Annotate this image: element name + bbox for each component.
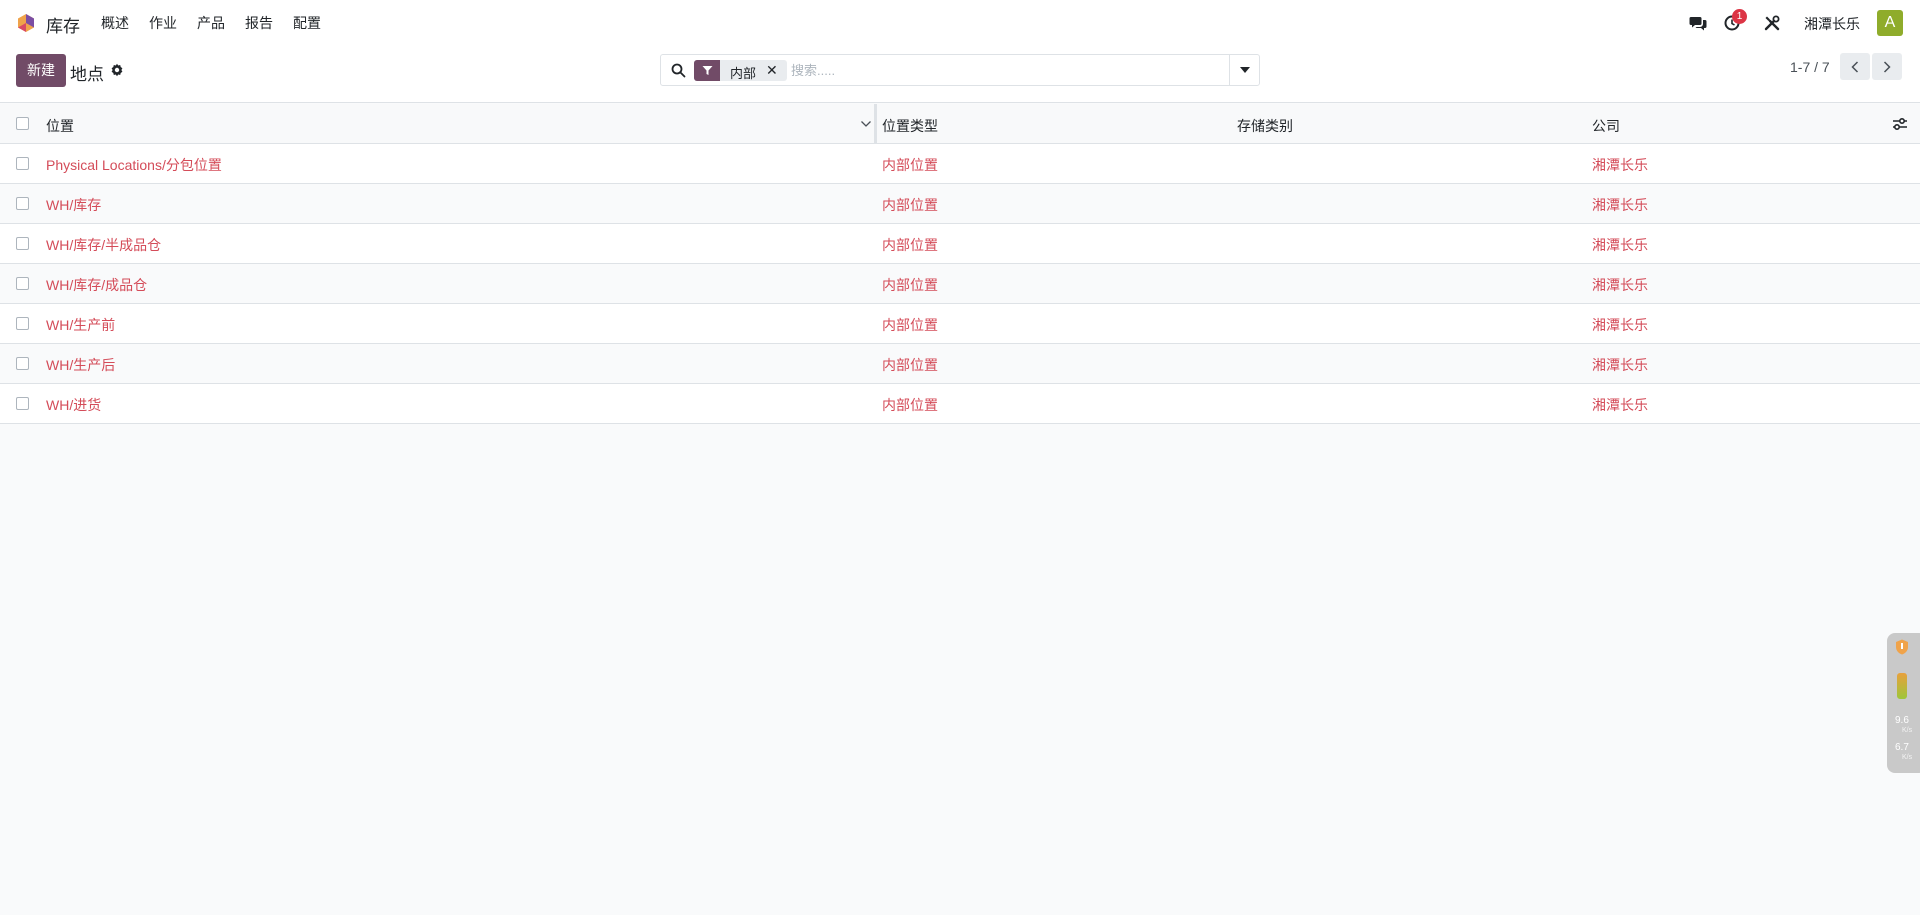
user-avatar[interactable]: A	[1877, 10, 1903, 36]
cell-location[interactable]: WH/库存/半成品仓	[46, 235, 161, 255]
row-checkbox[interactable]	[16, 157, 29, 170]
menu-item-reporting[interactable]: 报告	[245, 13, 273, 33]
shield-icon	[1896, 639, 1908, 655]
cell-location[interactable]: WH/库存/成品仓	[46, 275, 147, 295]
table-row[interactable]: WH/生产后 内部位置 湘潭长乐	[0, 344, 1920, 384]
cell-company[interactable]: 湘潭长乐	[1592, 355, 1648, 375]
table-row[interactable]: WH/进货 内部位置 湘潭长乐	[0, 384, 1920, 424]
table-row[interactable]: Physical Locations/分包位置 内部位置 湘潭长乐	[0, 144, 1920, 184]
caret-down-icon	[1239, 67, 1250, 73]
cell-location-type[interactable]: 内部位置	[882, 395, 938, 415]
search-facet: 内部 ✕	[694, 60, 787, 81]
row-checkbox[interactable]	[16, 277, 29, 290]
chevron-left-icon	[1851, 60, 1859, 73]
search-input[interactable]	[791, 60, 1211, 80]
select-all-checkbox[interactable]	[16, 117, 29, 130]
row-checkbox[interactable]	[16, 317, 29, 330]
search-icon[interactable]	[671, 63, 686, 78]
list-header: 位置 位置类型 存储类别 公司	[0, 104, 1920, 144]
download-unit: K/s	[1902, 754, 1913, 761]
tools-icon[interactable]	[1762, 13, 1782, 33]
row-checkbox[interactable]	[16, 197, 29, 210]
menu-item-configuration[interactable]: 配置	[293, 13, 321, 33]
app-logo-icon[interactable]	[16, 13, 36, 33]
pager-previous-button[interactable]	[1840, 53, 1870, 80]
column-header-location[interactable]: 位置	[46, 116, 74, 136]
search-bar: 内部 ✕	[660, 54, 1260, 86]
usage-meter	[1897, 673, 1907, 699]
table-row[interactable]: WH/库存/成品仓 内部位置 湘潭长乐	[0, 264, 1920, 304]
navbar-systray: 1 湘潭长乐 A	[1620, 0, 1920, 45]
cell-location[interactable]: WH/进货	[46, 395, 101, 415]
new-button[interactable]: 新建	[16, 54, 66, 87]
download-speed: 6.7	[1895, 742, 1909, 753]
facet-remove-button[interactable]: ✕	[766, 62, 778, 79]
filter-icon	[694, 60, 720, 81]
cell-location[interactable]: WH/生产后	[46, 355, 115, 375]
cell-location-type[interactable]: 内部位置	[882, 155, 938, 175]
menu-item-operations[interactable]: 作业	[149, 13, 177, 33]
cell-location-type[interactable]: 内部位置	[882, 195, 938, 215]
sort-chevron-icon[interactable]	[860, 119, 872, 129]
cell-location[interactable]: WH/库存	[46, 195, 101, 215]
column-header-company[interactable]: 公司	[1592, 116, 1620, 136]
cell-company[interactable]: 湘潭长乐	[1592, 235, 1648, 255]
optional-columns-icon[interactable]	[1892, 117, 1908, 131]
menu-item-products[interactable]: 产品	[197, 13, 225, 33]
cell-location-type[interactable]: 内部位置	[882, 275, 938, 295]
row-checkbox[interactable]	[16, 237, 29, 250]
control-panel: 新建 地点 内部 ✕ 1-7 / 7	[0, 45, 1920, 103]
cell-company[interactable]: 湘潭长乐	[1592, 395, 1648, 415]
locations-list: 位置 位置类型 存储类别 公司 Physical Locations/分包位置 …	[0, 104, 1920, 424]
activity-badge: 1	[1732, 9, 1747, 24]
facet-label: 内部	[730, 66, 757, 81]
activity-clock-icon[interactable]: 1	[1722, 9, 1747, 33]
table-row[interactable]: WH/生产前 内部位置 湘潭长乐	[0, 304, 1920, 344]
upload-speed: 9.6	[1895, 715, 1909, 726]
cell-company[interactable]: 湘潭长乐	[1592, 195, 1648, 215]
cell-location-type[interactable]: 内部位置	[882, 315, 938, 335]
table-row[interactable]: WH/库存/半成品仓 内部位置 湘潭长乐	[0, 224, 1920, 264]
page-title: 地点	[70, 65, 104, 84]
cell-location[interactable]: Physical Locations/分包位置	[46, 155, 222, 175]
cell-company[interactable]: 湘潭长乐	[1592, 155, 1648, 175]
top-navbar: 库存 概述 作业 产品 报告 配置 1 湘潭长乐 A	[0, 0, 1920, 45]
row-checkbox[interactable]	[16, 397, 29, 410]
cell-location[interactable]: WH/生产前	[46, 315, 115, 335]
upload-unit: K/s	[1902, 727, 1913, 734]
cell-company[interactable]: 湘潭长乐	[1592, 275, 1648, 295]
column-header-storage-category[interactable]: 存储类别	[1237, 116, 1293, 136]
column-header-location-type[interactable]: 位置类型	[882, 116, 938, 136]
app-name[interactable]: 库存	[46, 12, 80, 37]
search-options-toggle[interactable]	[1229, 55, 1259, 85]
company-switcher[interactable]: 湘潭长乐	[1804, 14, 1860, 34]
menu-item-overview[interactable]: 概述	[101, 13, 129, 33]
chat-icon[interactable]	[1688, 13, 1708, 33]
pager-value[interactable]: 1-7 / 7	[1790, 59, 1830, 75]
column-resize-handle[interactable]	[874, 104, 877, 144]
cell-location-type[interactable]: 内部位置	[882, 355, 938, 375]
row-checkbox[interactable]	[16, 357, 29, 370]
cell-company[interactable]: 湘潭长乐	[1592, 315, 1648, 335]
network-monitor-widget[interactable]: 9.6 K/s 6.7 K/s	[1887, 633, 1920, 773]
pager-next-button[interactable]	[1872, 53, 1902, 80]
cell-location-type[interactable]: 内部位置	[882, 235, 938, 255]
main-menu: 概述 作业 产品 报告 配置	[101, 0, 341, 45]
gear-icon[interactable]	[110, 63, 124, 77]
table-row[interactable]: WH/库存 内部位置 湘潭长乐	[0, 184, 1920, 224]
chevron-right-icon	[1883, 60, 1891, 73]
